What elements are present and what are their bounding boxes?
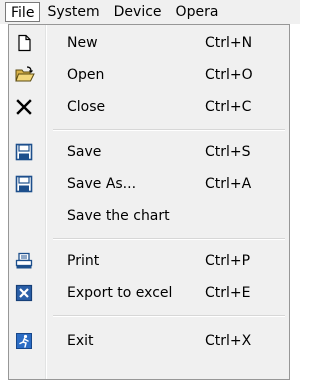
menu-item-shortcut: Ctrl+P bbox=[205, 253, 251, 269]
menu-item-label: Open bbox=[67, 67, 105, 83]
file-dropdown-menu: New Ctrl+N Open Ctrl+O Close Ctrl+C Save… bbox=[8, 24, 290, 380]
print-icon bbox=[15, 252, 33, 270]
menu-item-label: Save bbox=[67, 144, 102, 160]
menu-device[interactable]: Device bbox=[107, 2, 169, 22]
menu-item-close[interactable]: Close Ctrl+C bbox=[9, 91, 289, 123]
menu-item-label: Close bbox=[67, 99, 106, 115]
application-window: File System Device Opera New Ctrl+N Open… bbox=[0, 0, 300, 385]
menu-separator bbox=[53, 315, 285, 316]
menu-item-shortcut: Ctrl+S bbox=[205, 144, 251, 160]
menu-item-shortcut: Ctrl+C bbox=[205, 99, 252, 115]
menu-system[interactable]: System bbox=[40, 2, 106, 22]
save-icon bbox=[15, 143, 33, 161]
save-as-icon bbox=[15, 175, 33, 193]
menu-item-label: Exit bbox=[67, 333, 94, 349]
menu-item-save[interactable]: Save Ctrl+S bbox=[9, 136, 289, 168]
menu-item-label: Save As... bbox=[67, 176, 137, 192]
menu-item-shortcut: Ctrl+A bbox=[205, 176, 252, 192]
menu-item-label: Export to excel bbox=[67, 285, 173, 301]
menu-item-export-excel[interactable]: Export to excel Ctrl+E bbox=[9, 277, 289, 309]
excel-icon bbox=[15, 284, 33, 302]
menu-item-shortcut: Ctrl+N bbox=[205, 35, 253, 51]
menu-item-shortcut: Ctrl+X bbox=[205, 333, 252, 349]
menu-bar: File System Device Opera bbox=[0, 0, 300, 24]
close-icon bbox=[15, 98, 33, 116]
menu-item-label: New bbox=[67, 35, 98, 51]
menu-separator bbox=[53, 129, 285, 130]
menu-item-save-as[interactable]: Save As... Ctrl+A bbox=[9, 168, 289, 200]
menu-item-new[interactable]: New Ctrl+N bbox=[9, 27, 289, 59]
open-folder-icon bbox=[15, 66, 35, 84]
menu-operation[interactable]: Opera bbox=[169, 2, 226, 22]
new-file-icon bbox=[15, 34, 33, 52]
menu-item-shortcut: Ctrl+O bbox=[205, 67, 253, 83]
menu-item-open[interactable]: Open Ctrl+O bbox=[9, 59, 289, 91]
menu-separator bbox=[53, 238, 285, 239]
menu-item-label: Save the chart bbox=[67, 208, 170, 224]
menu-item-exit[interactable]: Exit Ctrl+X bbox=[9, 325, 289, 357]
menu-item-label: Print bbox=[67, 253, 100, 269]
menu-item-save-chart[interactable]: Save the chart bbox=[9, 200, 289, 232]
menu-item-print[interactable]: Print Ctrl+P bbox=[9, 245, 289, 277]
menu-item-shortcut: Ctrl+E bbox=[205, 285, 251, 301]
exit-icon bbox=[15, 332, 33, 350]
menu-file[interactable]: File bbox=[5, 2, 41, 22]
